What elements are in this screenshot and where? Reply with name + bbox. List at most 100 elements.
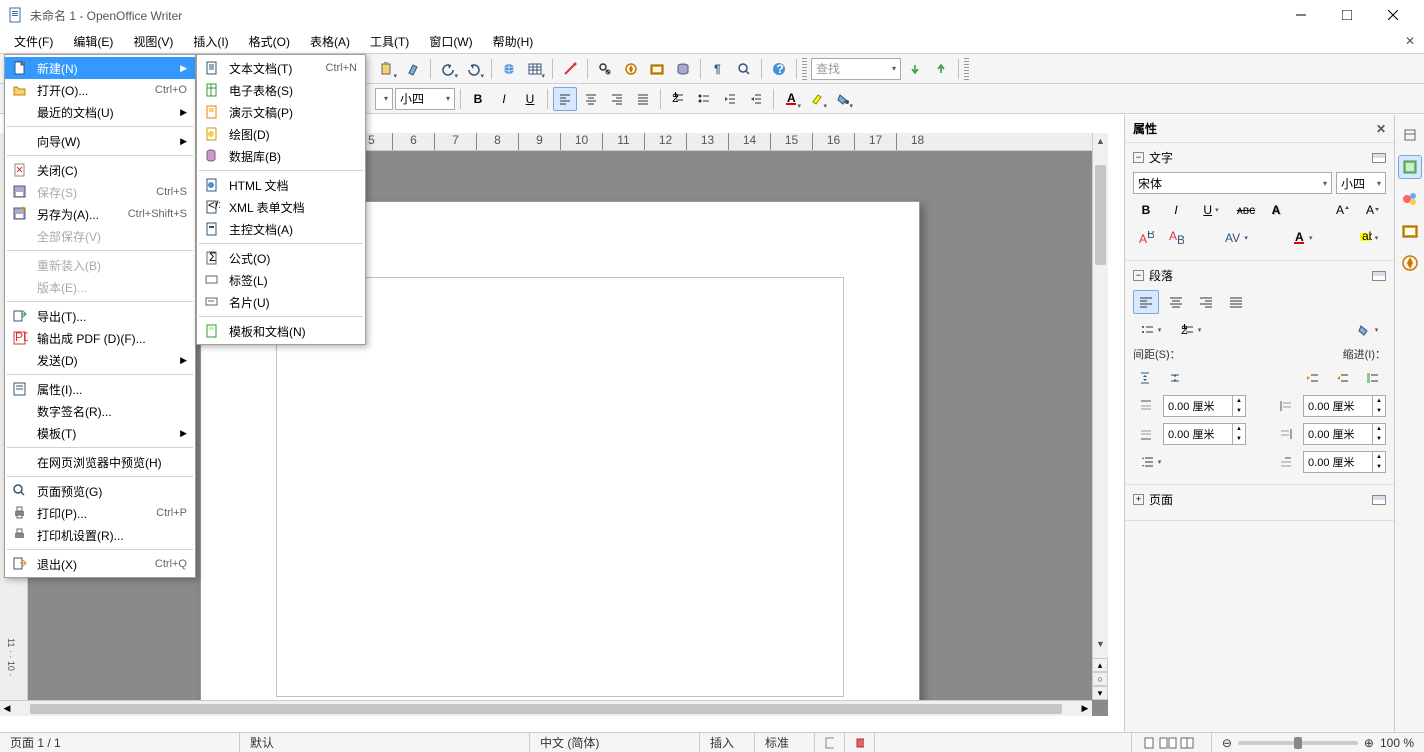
undo-button[interactable] [436,57,460,81]
panel-align-center[interactable] [1163,290,1189,314]
status-page[interactable]: 页面 1 / 1 [0,733,240,752]
panel-highlight-button[interactable]: ab [1350,226,1386,250]
panel-bold-button[interactable]: B [1133,198,1159,222]
increase-spacing-button[interactable] [1133,366,1159,390]
status-selection-mode[interactable]: 标准 [755,733,815,752]
panel-subscript-button[interactable]: AB [1163,226,1189,250]
new-submenu-item-8[interactable]: 主控文档(A) [197,218,365,240]
redo-button[interactable] [462,57,486,81]
paste-button[interactable] [375,57,399,81]
panel-icon[interactable] [1372,271,1386,281]
new-submenu-item-14[interactable]: 模板和文档(N) [197,320,365,342]
panel-spacing-button[interactable]: AV [1219,226,1255,250]
panel-underline-button[interactable]: U [1193,198,1229,222]
zoom-in-icon[interactable]: ⊕ [1364,736,1374,750]
align-center-button[interactable] [579,87,603,111]
decrease-spacing-button[interactable] [1163,366,1189,390]
increase-indent-panel[interactable] [1330,366,1356,390]
find-replace-button[interactable] [593,57,617,81]
new-submenu-item-11[interactable]: 标签(L) [197,269,365,291]
status-view-layout[interactable] [1132,733,1212,752]
panel-shadow-button[interactable]: A [1263,198,1289,222]
menu-tools[interactable]: 工具(T) [360,30,419,53]
find-next-button[interactable] [903,57,927,81]
panel-strike-button[interactable]: ᴀʙᴄ [1233,198,1259,222]
new-submenu-item-0[interactable]: 文本文档(T)Ctrl+N [197,57,365,79]
menu-view[interactable]: 视图(V) [123,30,183,53]
properties-close-button[interactable]: ✕ [1376,122,1386,136]
prev-page-nav[interactable]: ▴ [1092,658,1108,672]
panel-bgcolor-dd[interactable] [1350,318,1386,342]
close-button[interactable] [1370,0,1416,30]
italic-button[interactable]: I [492,87,516,111]
font-name-dropdown-arrow[interactable]: ▾ [375,88,393,110]
menu-table[interactable]: 表格(A) [300,30,360,53]
horizontal-scrollbar[interactable]: ◀ ▶ [0,700,1092,716]
indent-right-spinner[interactable]: ▲▼ [1303,423,1386,445]
panel-italic-button[interactable]: I [1163,198,1189,222]
panel-size-combo[interactable]: 小四▾ [1336,172,1386,194]
decrease-indent-panel[interactable] [1300,366,1326,390]
status-language[interactable]: 中文 (简体) [530,733,700,752]
new-submenu-item-2[interactable]: 演示文稿(P) [197,101,365,123]
close-document-button[interactable]: ✕ [1402,33,1418,49]
file-menu-item-20[interactable]: 模板(T)▶ [5,422,195,444]
panel-font-combo[interactable]: 宋体▾ [1133,172,1332,194]
nav-select[interactable]: ○ [1092,672,1108,686]
menu-format[interactable]: 格式(O) [239,30,300,53]
menu-edit[interactable]: 编辑(E) [63,30,123,53]
space-above-spinner[interactable]: ▲▼ [1163,395,1246,417]
panel-grow-font-button[interactable]: A [1330,198,1356,222]
space-below-spinner[interactable]: ▲▼ [1163,423,1246,445]
hyperlink-button[interactable] [497,57,521,81]
panel-bullets-dd[interactable] [1133,318,1169,342]
file-menu-item-4[interactable]: 向导(W)▶ [5,130,195,152]
sidebar-styles-icon[interactable] [1398,187,1422,211]
status-zoom[interactable]: ⊖ ⊕ 100 % [1212,736,1424,750]
font-color-button[interactable]: A [779,87,803,111]
sidebar-navigator-icon[interactable] [1398,251,1422,275]
file-menu-item-22[interactable]: 在网页浏览器中预览(H) [5,451,195,473]
minimize-button[interactable] [1278,0,1324,30]
align-left-button[interactable] [553,87,577,111]
zoom-slider[interactable] [1238,741,1358,745]
page-section-toggle[interactable]: +页面 [1133,491,1386,508]
panel-align-right[interactable] [1193,290,1219,314]
find-combo[interactable]: 查找▾ [811,58,901,80]
file-menu-item-18[interactable]: 属性(I)... [5,378,195,400]
nonprinting-chars-button[interactable]: ¶ [706,57,730,81]
background-color-button[interactable] [831,87,855,111]
menu-insert[interactable]: 插入(I) [183,30,238,53]
decrease-indent-button[interactable] [718,87,742,111]
toolbar-grip-3[interactable] [964,58,969,80]
status-modified-icon[interactable] [815,733,845,752]
file-menu-item-28[interactable]: 退出(X)Ctrl+Q [5,553,195,575]
file-menu-item-15[interactable]: PDF输出成 PDF (D)(F)... [5,327,195,349]
panel-superscript-button[interactable]: AB [1133,226,1159,250]
align-justify-button[interactable] [631,87,655,111]
new-submenu-item-3[interactable]: 绘图(D) [197,123,365,145]
status-insert-mode[interactable]: 插入 [700,733,755,752]
paragraph-section-toggle[interactable]: −段落 [1133,267,1386,284]
sidebar-gallery-icon[interactable] [1398,219,1422,243]
status-style[interactable]: 默认 [240,733,530,752]
menu-file[interactable]: 文件(F) [4,30,63,53]
file-menu-item-26[interactable]: 打印机设置(R)... [5,524,195,546]
file-menu-item-0[interactable]: 新建(N)▶ [5,57,195,79]
underline-button[interactable]: U [518,87,542,111]
new-submenu-item-6[interactable]: HTML 文档 [197,174,365,196]
indent-left-spinner[interactable]: ▲▼ [1303,395,1386,417]
file-menu-item-24[interactable]: 页面预览(G) [5,480,195,502]
maximize-button[interactable] [1324,0,1370,30]
toolbar-grip-2[interactable] [802,58,807,80]
zoom-out-icon[interactable]: ⊖ [1222,736,1232,750]
help-button[interactable]: ? [767,57,791,81]
file-menu-item-2[interactable]: 最近的文档(U)▶ [5,101,195,123]
highlight-button[interactable] [805,87,829,111]
numbering-button[interactable]: 12 [666,87,690,111]
bullets-button[interactable] [692,87,716,111]
panel-icon[interactable] [1372,153,1386,163]
zoom-button[interactable] [732,57,756,81]
new-submenu-item-10[interactable]: Σ公式(O) [197,247,365,269]
panel-align-justify[interactable] [1223,290,1249,314]
